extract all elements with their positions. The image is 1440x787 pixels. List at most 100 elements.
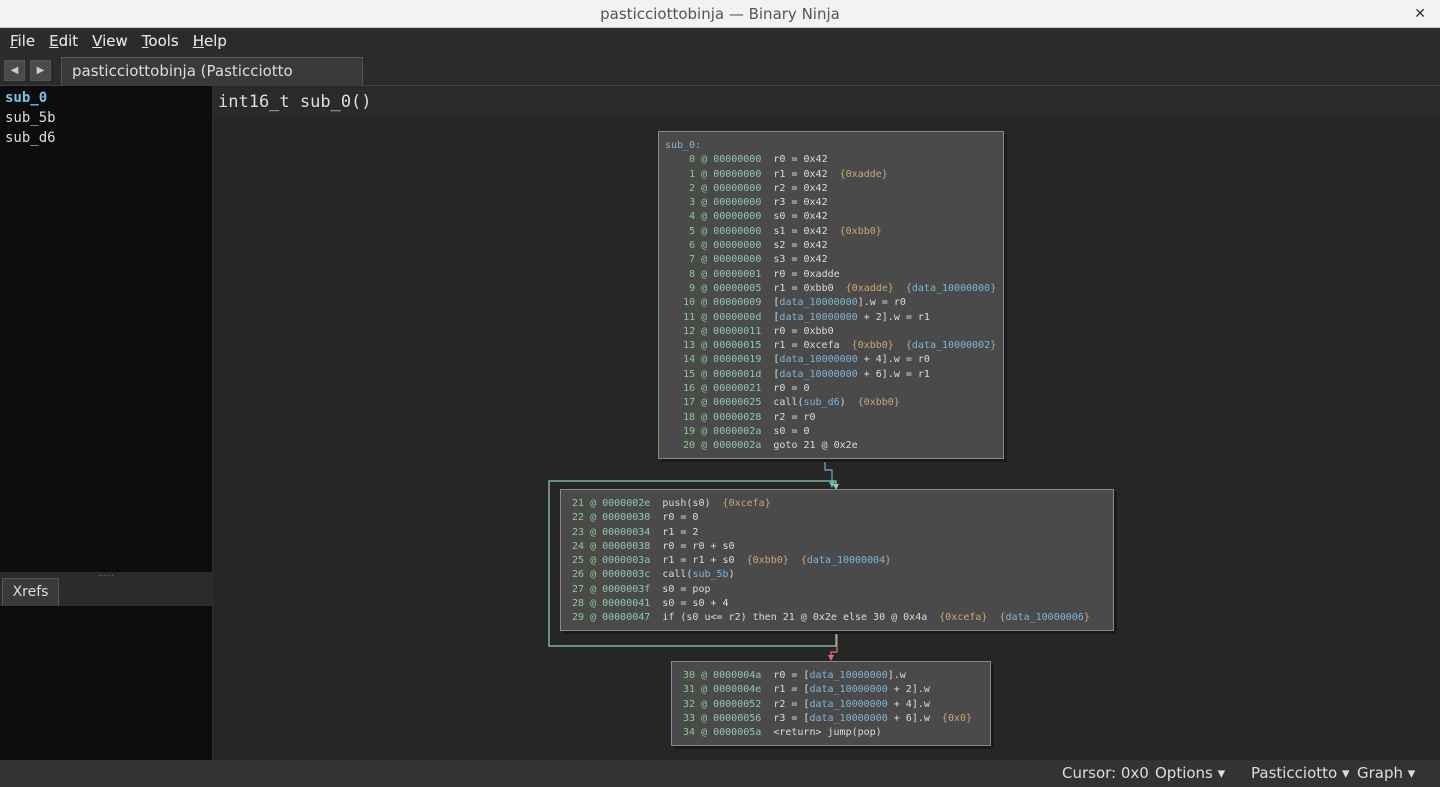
code-token: + 2].w = r1 (857, 311, 930, 323)
code-token: r1 = 0x42 (773, 168, 840, 180)
instruction-address: 00000038 (602, 540, 651, 552)
instruction-line[interactable]: 27 @ 0000003f s0 = pop (572, 583, 1107, 597)
symbol-token[interactable]: data_10000000 (779, 369, 857, 380)
instruction-index: 21 (572, 498, 585, 509)
symbol-token[interactable]: data_10000000 (912, 283, 990, 294)
instruction-line[interactable]: 0 @ 00000000 r0 = 0x42 (665, 153, 997, 167)
menu-mnemonic-overlay: View (92, 28, 128, 55)
instruction-line[interactable]: 8 @ 00000001 r0 = 0xadde (665, 268, 997, 282)
annotation-token: {0xadde} (839, 168, 888, 180)
instruction-line[interactable]: 22 @ 00000030 r0 = 0 (572, 511, 1107, 525)
code-token: call( (662, 569, 693, 581)
instruction-address: 0000002a (713, 425, 762, 437)
function-signature: int16_t sub_0() (214, 86, 1440, 118)
instruction-line[interactable]: 31 @ 0000004e r1 = [data_10000000 + 2].w (683, 683, 984, 697)
menu-edit[interactable]: Edit Edit (49, 28, 78, 55)
menu-file[interactable]: File File (10, 28, 35, 55)
instruction-line[interactable]: 4 @ 00000000 s0 = 0x42 (665, 210, 997, 224)
instruction-index: 16 (683, 383, 696, 395)
basic-block[interactable]: 30 @ 0000004a r0 = [data_10000000].w 31 @… (671, 661, 991, 746)
instruction-line[interactable]: 14 @ 00000019 [data_10000000 + 4].w = r0 (665, 353, 997, 367)
symbol-token[interactable]: data_10000000 (779, 312, 857, 323)
symbol-token[interactable]: data_10000002 (912, 340, 990, 351)
instruction-address: 00000047 (602, 612, 651, 624)
symbol-token[interactable]: data_10000006 (1006, 612, 1084, 623)
menu-view[interactable]: View View (92, 28, 128, 55)
instruction-line[interactable]: 16 @ 00000021 r0 = 0 (665, 382, 997, 396)
basic-block[interactable]: sub_0: 0 @ 00000000 r0 = 0x42 1 @ 000000… (658, 131, 1004, 459)
instruction-line[interactable]: 30 @ 0000004a r0 = [data_10000000].w (683, 669, 984, 683)
symbol-token[interactable]: data_10000004 (807, 555, 885, 566)
instruction-line[interactable]: 18 @ 00000028 r2 = r0 (665, 411, 997, 425)
instruction-index: 11 (683, 311, 696, 323)
xrefs-header: Xrefs (0, 578, 214, 606)
tab-pasticciotto-graph[interactable]: pasticciottobinja (Pasticciotto Graph)⛝ (61, 57, 363, 107)
instruction-line[interactable]: 2 @ 00000000 r2 = 0x42 (665, 182, 997, 196)
graph-view[interactable]: sub_0: 0 @ 00000000 r0 = 0x42 1 @ 000000… (216, 118, 1440, 760)
instruction-address: 0000002a (713, 440, 762, 452)
instruction-line[interactable]: 21 @ 0000002e push(s0) {0xcefa} (572, 497, 1107, 511)
symbol-token[interactable]: data_10000000 (779, 297, 857, 308)
instruction-line[interactable]: 5 @ 00000000 s1 = 0x42 {0xbb0} (665, 225, 997, 239)
symbol-token[interactable]: data_10000000 (809, 670, 887, 681)
symbol-token[interactable]: data_10000000 (809, 713, 887, 724)
instruction-line[interactable]: 1 @ 00000000 r1 = 0x42 {0xadde} (665, 168, 997, 182)
tab-xrefs[interactable]: Xrefs (2, 578, 59, 606)
instruction-line[interactable]: 32 @ 00000052 r2 = [data_10000000 + 4].w (683, 698, 984, 712)
instruction-address: 0000001d (713, 368, 762, 380)
code-token: s0 = 0 (773, 425, 810, 437)
instruction-line[interactable]: 12 @ 00000011 r0 = 0xbb0 (665, 325, 997, 339)
instruction-line[interactable]: 6 @ 00000000 s2 = 0x42 (665, 239, 997, 253)
instruction-line[interactable]: 10 @ 00000009 [data_10000000].w = r0 (665, 296, 997, 310)
code-token: call( (773, 397, 804, 409)
instruction-line[interactable]: 24 @ 00000038 r0 = r0 + s0 (572, 540, 1107, 554)
instruction-line[interactable]: 15 @ 0000001d [data_10000000 + 6].w = r1 (665, 368, 997, 382)
annotation-token: {0xcefa} (939, 612, 988, 624)
instruction-address: 00000028 (713, 411, 762, 423)
symbol-token[interactable]: sub_d6 (804, 397, 840, 408)
function-item-sub_d6[interactable]: sub_d6 (5, 128, 207, 148)
instruction-address: 00000056 (713, 712, 762, 724)
instruction-line[interactable]: 7 @ 00000000 s3 = 0x42 (665, 253, 997, 267)
options-dropdown[interactable]: Options ▾ (1155, 760, 1225, 787)
symbol-token[interactable]: data_10000000 (809, 684, 887, 695)
instruction-line[interactable]: 19 @ 0000002a s0 = 0 (665, 425, 997, 439)
view-dropdown[interactable]: Graph ▾ (1357, 760, 1415, 787)
instruction-line[interactable]: 17 @ 00000025 call(sub_d6) {0xbb0} (665, 396, 997, 410)
instruction-line[interactable]: 29 @ 00000047 if (s0 u<= r2) then 21 @ 0… (572, 611, 1107, 625)
architecture-dropdown[interactable]: Pasticciotto ▾ (1251, 760, 1350, 787)
instruction-line[interactable]: 9 @ 00000005 r1 = 0xbb0 {0xadde} {data_1… (665, 282, 997, 296)
forward-icon[interactable]: ▶ (30, 60, 51, 81)
instruction-line[interactable]: 33 @ 00000056 r3 = [data_10000000 + 6].w… (683, 712, 984, 726)
instruction-line[interactable]: 26 @ 0000003c call(sub_5b) (572, 568, 1107, 582)
instruction-line[interactable]: 28 @ 00000041 s0 = s0 + 4 (572, 597, 1107, 611)
instruction-line[interactable]: 11 @ 0000000d [data_10000000 + 2].w = r1 (665, 311, 997, 325)
instruction-line[interactable]: 3 @ 00000000 r3 = 0x42 (665, 196, 997, 210)
menu-mnemonic-overlay: Tools (142, 28, 179, 55)
instruction-line[interactable]: 20 @ 0000002a goto 21 @ 0x2e (665, 439, 997, 453)
symbol-token[interactable]: data_10000000 (809, 699, 887, 710)
annotation-token: {0xcefa} (722, 498, 771, 509)
back-icon[interactable]: ◀ (4, 60, 25, 81)
instruction-line[interactable]: 13 @ 00000015 r1 = 0xcefa {0xbb0} {data_… (665, 339, 997, 353)
instruction-address: 00000030 (602, 512, 651, 524)
symbol-token[interactable]: sub_5b (692, 569, 728, 580)
code-token: + 4].w = r0 (857, 354, 930, 366)
instruction-index: 29 (572, 612, 585, 624)
instruction-index: 12 (683, 325, 696, 337)
code-token: r0 = 0xadde (773, 268, 840, 280)
menu-help[interactable]: Help Help (193, 28, 227, 55)
function-item-sub_0[interactable]: sub_0 (5, 88, 207, 108)
close-icon[interactable]: ✕ (1414, 0, 1426, 28)
function-item-sub_5b[interactable]: sub_5b (5, 108, 207, 128)
menu-mnemonic: E (49, 32, 59, 50)
symbol-token[interactable]: data_10000000 (779, 354, 857, 365)
instruction-line[interactable]: 23 @ 00000034 r1 = 2 (572, 526, 1107, 540)
menu-tools[interactable]: Tools Tools (142, 28, 179, 55)
instruction-index: 14 (683, 354, 696, 366)
instruction-line[interactable]: 34 @ 0000005a <return> jump(pop) (683, 726, 984, 740)
basic-block[interactable]: 21 @ 0000002e push(s0) {0xcefa} 22 @ 0000… (560, 489, 1114, 631)
instruction-line[interactable]: 25 @ 0000003a r1 = r1 + s0 {0xbb0} {data… (572, 554, 1107, 568)
vertical-splitter[interactable] (212, 86, 214, 760)
